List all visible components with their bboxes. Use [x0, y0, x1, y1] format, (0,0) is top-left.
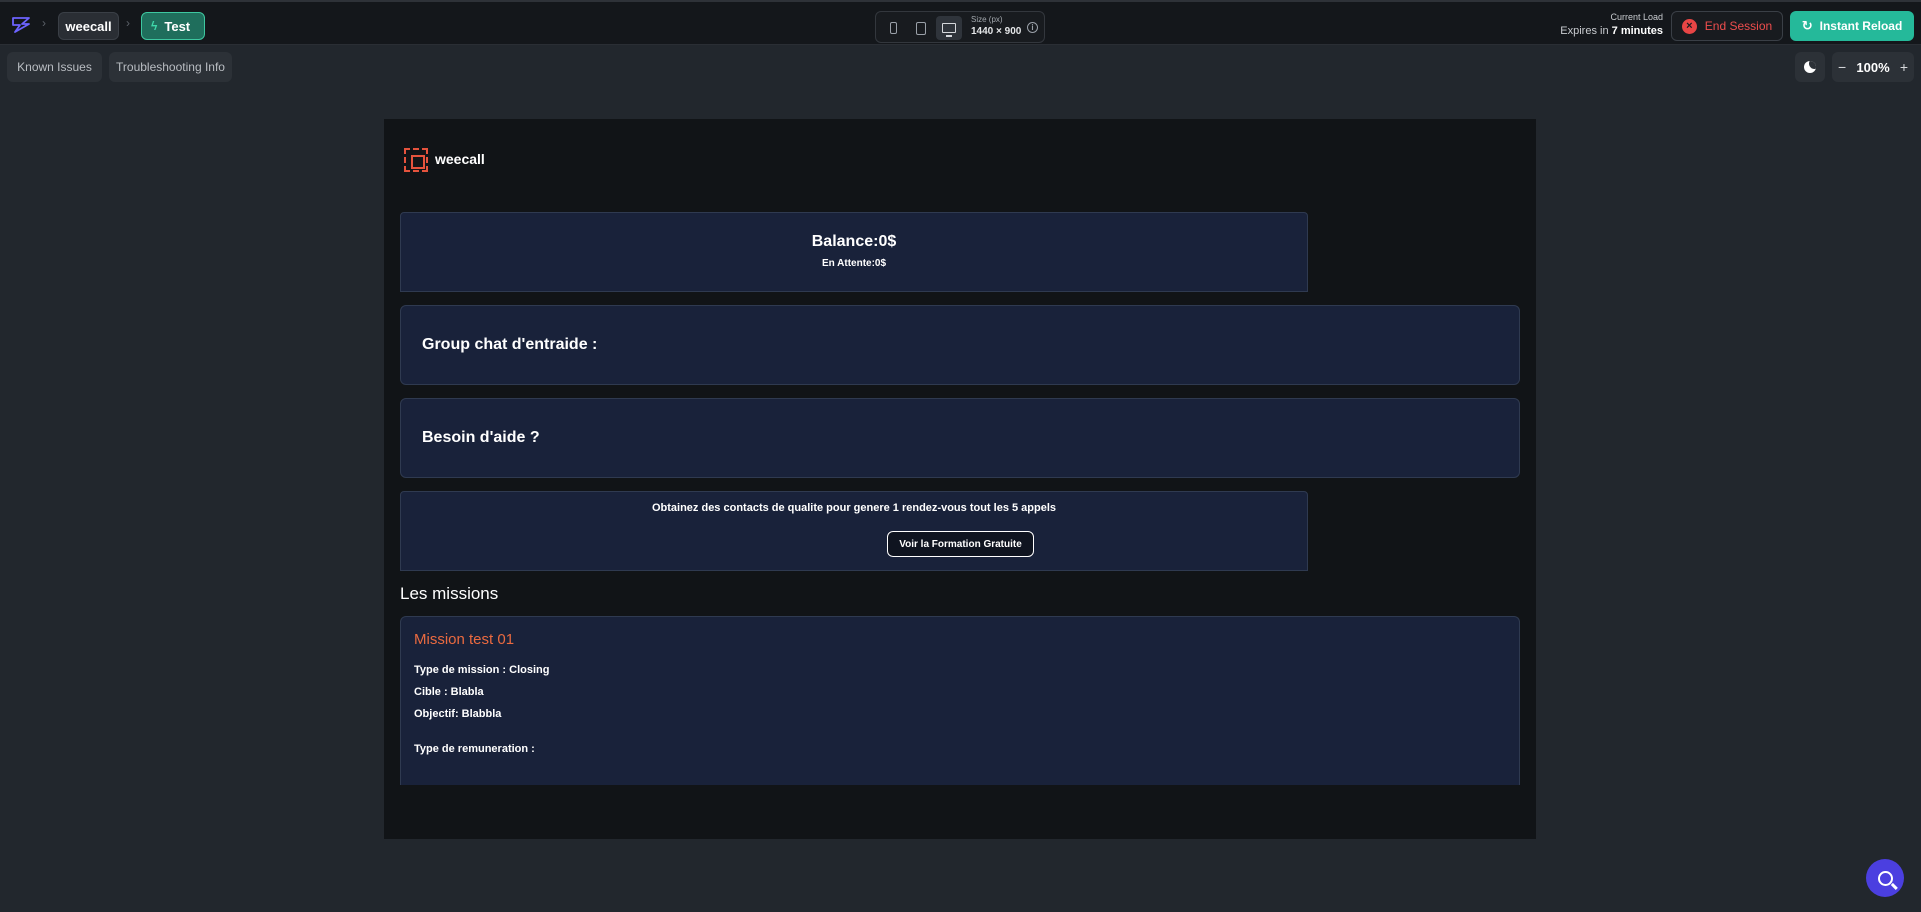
- known-issues-button[interactable]: Known Issues: [7, 52, 102, 82]
- top-bar: › weecall › ϟ Test Size (px) 1440 × 900 …: [0, 0, 1921, 45]
- zoom-out-button[interactable]: −: [1838, 59, 1846, 75]
- app-logo-icon[interactable]: [10, 14, 32, 34]
- desktop-view-button[interactable]: [936, 16, 962, 40]
- chevron-right-icon: ›: [42, 16, 46, 30]
- moon-icon: [1804, 61, 1816, 73]
- mission-type: Type de mission : Closing: [414, 664, 550, 676]
- chevron-right-icon: ›: [126, 16, 130, 30]
- branch-breadcrumb[interactable]: ϟ Test: [141, 12, 205, 40]
- search-button[interactable]: [1866, 859, 1904, 897]
- app-name: weecall: [435, 151, 485, 167]
- balance-amount: Balance:0$: [811, 233, 897, 250]
- instant-reload-label: Instant Reload: [1819, 19, 1903, 33]
- zoom-control: − 100% +: [1832, 52, 1914, 82]
- formation-card: Obtainez des contacts de qualite pour ge…: [400, 491, 1308, 571]
- info-icon[interactable]: i: [1027, 22, 1038, 33]
- mission-card[interactable]: Mission test 01 Type de mission : Closin…: [400, 616, 1520, 785]
- troubleshooting-label: Troubleshooting Info: [116, 60, 225, 74]
- size-value: 1440 × 900: [971, 26, 1022, 37]
- session-expiry: Expires in 7 minutes: [1560, 25, 1663, 37]
- group-chat-card[interactable]: Group chat d'entraide :: [400, 305, 1520, 385]
- close-circle-icon: ×: [1681, 18, 1697, 34]
- phone-icon: [889, 22, 897, 34]
- expires-prefix: Expires in: [1560, 25, 1609, 37]
- branch-name: Test: [164, 18, 191, 34]
- bolt-icon: ϟ: [151, 19, 158, 33]
- formation-button[interactable]: Voir la Formation Gratuite: [887, 531, 1034, 557]
- phone-view-button[interactable]: [880, 16, 906, 40]
- zoom-in-button[interactable]: +: [1900, 59, 1908, 75]
- balance-card: Balance:0$ En Attente:0$: [400, 212, 1308, 292]
- tablet-icon: [916, 21, 926, 35]
- search-icon: [1877, 870, 1893, 886]
- mission-goal: Objectif: Blabbla: [414, 708, 502, 720]
- end-session-label: End Session: [1704, 19, 1773, 33]
- mission-title: Mission test 01: [414, 631, 515, 648]
- instant-reload-button[interactable]: ↻ Instant Reload: [1790, 11, 1914, 41]
- preview-frame: weecall Balance:0$ En Attente:0$ Group c…: [384, 119, 1536, 839]
- mission-target: Cible : Blabla: [414, 686, 484, 698]
- pending-amount: En Attente:0$: [821, 258, 887, 269]
- troubleshooting-info-button[interactable]: Troubleshooting Info: [109, 52, 232, 82]
- project-name: weecall: [65, 18, 112, 34]
- current-load-label: Current Load: [1610, 12, 1663, 22]
- mission-remuneration: Type de remuneration :: [414, 743, 535, 755]
- help-card[interactable]: Besoin d'aide ?: [400, 398, 1520, 478]
- weecall-logo-icon: [404, 148, 428, 172]
- known-issues-label: Known Issues: [17, 60, 92, 74]
- help-heading: Besoin d'aide ?: [422, 429, 540, 446]
- reload-icon: ↻: [1801, 18, 1813, 33]
- zoom-level: 100%: [1856, 59, 1890, 75]
- theme-toggle-button[interactable]: [1795, 52, 1825, 82]
- formation-button-label: Voir la Formation Gratuite: [899, 538, 1022, 550]
- size-label: Size (px): [971, 15, 1003, 24]
- missions-title: Les missions: [400, 584, 499, 603]
- expires-value: 7 minutes: [1611, 25, 1663, 37]
- formation-text: Obtainez des contacts de qualite pour ge…: [651, 502, 1057, 514]
- group-chat-heading: Group chat d'entraide :: [422, 336, 598, 353]
- tablet-view-button[interactable]: [908, 16, 934, 40]
- end-session-button[interactable]: × End Session: [1671, 11, 1783, 41]
- desktop-icon: [942, 23, 956, 37]
- device-switcher: Size (px) 1440 × 900 i: [875, 11, 1045, 43]
- project-breadcrumb[interactable]: weecall: [58, 12, 119, 40]
